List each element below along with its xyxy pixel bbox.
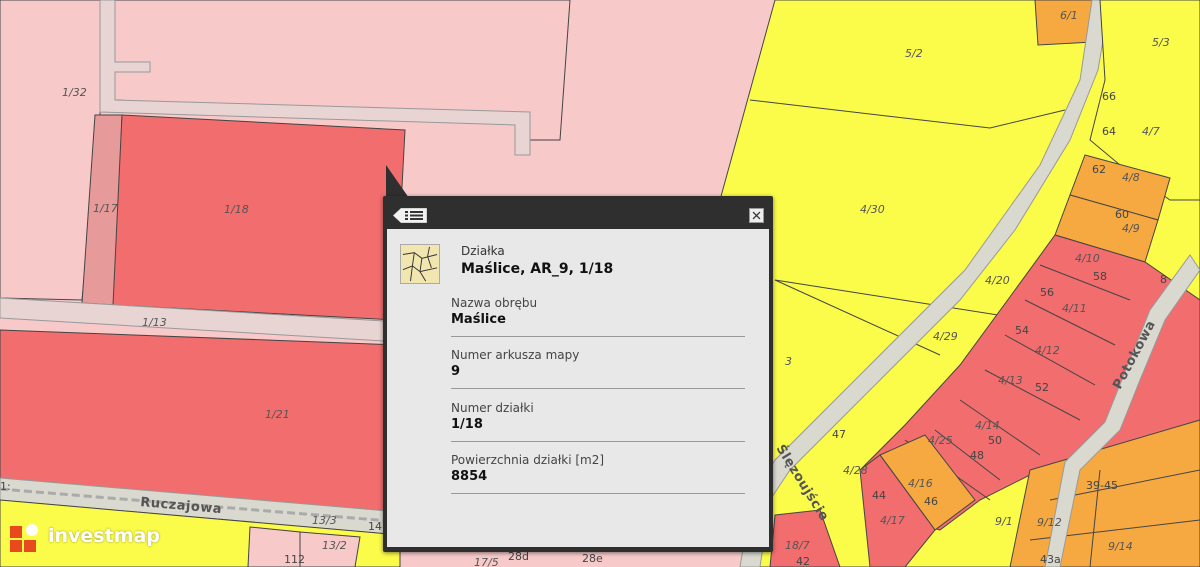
parcel-label: 4/9 bbox=[1122, 222, 1140, 235]
parcel-label: 66 bbox=[1102, 90, 1116, 103]
parcel-label: 3 bbox=[785, 355, 792, 368]
parcel-label: 46 bbox=[924, 495, 938, 508]
field-value: 1/18 bbox=[451, 417, 483, 432]
parcel-label: 56 bbox=[1040, 286, 1054, 299]
parcel-label: 48 bbox=[970, 449, 984, 462]
parcel-label: 39-45 bbox=[1086, 479, 1118, 492]
field-powierzchnia: Powierzchnia działki [m2] 8854 bbox=[451, 449, 745, 494]
logo-text: investmap bbox=[48, 525, 160, 547]
parcel-label: 1/32 bbox=[62, 86, 87, 99]
parcel-1-18[interactable] bbox=[112, 114, 406, 321]
parcel-label: 4/28 bbox=[843, 464, 868, 477]
field-label: Numer arkusza mapy bbox=[451, 348, 580, 362]
parcel-label: 4/11 bbox=[1062, 302, 1087, 315]
parcel-label: 54 bbox=[1015, 324, 1029, 337]
parcel-label: 13/2 bbox=[322, 539, 347, 552]
parcel-label: 50 bbox=[988, 434, 1002, 447]
parcel-info-popup[interactable]: Działka Maślice, AR_9, 1/18 Nazwa obrębu… bbox=[383, 196, 773, 552]
parcel-label: 47 bbox=[832, 428, 846, 441]
field-numer-arkusza: Numer arkusza mapy 9 bbox=[451, 344, 745, 389]
layer-type-label: Działka bbox=[461, 244, 505, 258]
parcel-label: 28e bbox=[582, 552, 603, 565]
field-value: Maślice bbox=[451, 312, 506, 327]
close-icon[interactable] bbox=[749, 208, 764, 223]
parcel-label: 4/17 bbox=[880, 514, 905, 527]
parcel-label: 4/7 bbox=[1142, 125, 1160, 138]
parcel-label: 4/29 bbox=[933, 330, 958, 343]
field-label: Nazwa obrębu bbox=[451, 296, 538, 310]
parcel-label: 4/30 bbox=[860, 203, 885, 216]
field-numer-dzialki: Numer działki 1/18 bbox=[451, 397, 745, 442]
logo-icon bbox=[10, 524, 38, 552]
parcel-label: 9/1 bbox=[995, 515, 1013, 528]
parcel-label: 4/10 bbox=[1075, 252, 1100, 265]
parcel-label: 4/8 bbox=[1122, 171, 1140, 184]
popup-pointer bbox=[386, 165, 409, 198]
parcel-label: 4/25 bbox=[928, 434, 953, 447]
parcel-label: 42 bbox=[796, 555, 810, 567]
parcel-label: 1/21 bbox=[265, 408, 290, 421]
field-label: Powierzchnia działki [m2] bbox=[451, 453, 605, 467]
parcel-label: 1/17 bbox=[93, 202, 118, 215]
parcel-label: 64 bbox=[1102, 125, 1116, 138]
field-value: 8854 bbox=[451, 469, 488, 484]
popup-body: Działka Maślice, AR_9, 1/18 Nazwa obrębu… bbox=[387, 229, 769, 547]
parcel-label: 4/14 bbox=[975, 419, 1000, 432]
parcel-label: 60 bbox=[1115, 208, 1129, 221]
field-value: 9 bbox=[451, 364, 461, 379]
parcel-label: 43a bbox=[1040, 553, 1061, 566]
parcel-label: 4/12 bbox=[1035, 344, 1060, 357]
parcel-label: 44 bbox=[872, 489, 886, 502]
parcel-label: 112 bbox=[284, 553, 305, 566]
parcel-label: 9/12 bbox=[1037, 516, 1062, 529]
parcel-label: 1/13 bbox=[142, 316, 167, 329]
parcel-label: 6/1 bbox=[1060, 9, 1078, 22]
popup-header bbox=[383, 196, 773, 229]
parcel-label: 4/20 bbox=[985, 274, 1010, 287]
parcel-label: 1/18 bbox=[224, 203, 249, 216]
parcel-label: 1: bbox=[0, 480, 11, 493]
parcel-label: 9/14 bbox=[1108, 540, 1133, 553]
parcel-label: 5/2 bbox=[905, 47, 923, 60]
parcel-label: 62 bbox=[1092, 163, 1106, 176]
parcel-label: 13/3 bbox=[312, 514, 337, 527]
parcel-label: 4/13 bbox=[998, 374, 1023, 387]
field-nazwa-obrebu: Nazwa obrębu Maślice bbox=[451, 292, 745, 337]
parcel-label: 17/5 bbox=[474, 556, 499, 567]
parcel-label: 8 bbox=[1160, 273, 1167, 286]
parcel-label: 18/7 bbox=[785, 539, 810, 552]
parcel-label: 4/16 bbox=[908, 477, 933, 490]
parcel-label: 58 bbox=[1093, 270, 1107, 283]
parcel-label: 14 bbox=[368, 520, 382, 533]
list-icon[interactable] bbox=[393, 208, 427, 223]
field-label: Numer działki bbox=[451, 401, 534, 415]
parcel-label: 52 bbox=[1035, 381, 1049, 394]
parcel-label: 5/3 bbox=[1152, 36, 1170, 49]
parcel-map-thumbnail bbox=[400, 244, 440, 284]
parcel-title: Maślice, AR_9, 1/18 bbox=[461, 261, 614, 277]
